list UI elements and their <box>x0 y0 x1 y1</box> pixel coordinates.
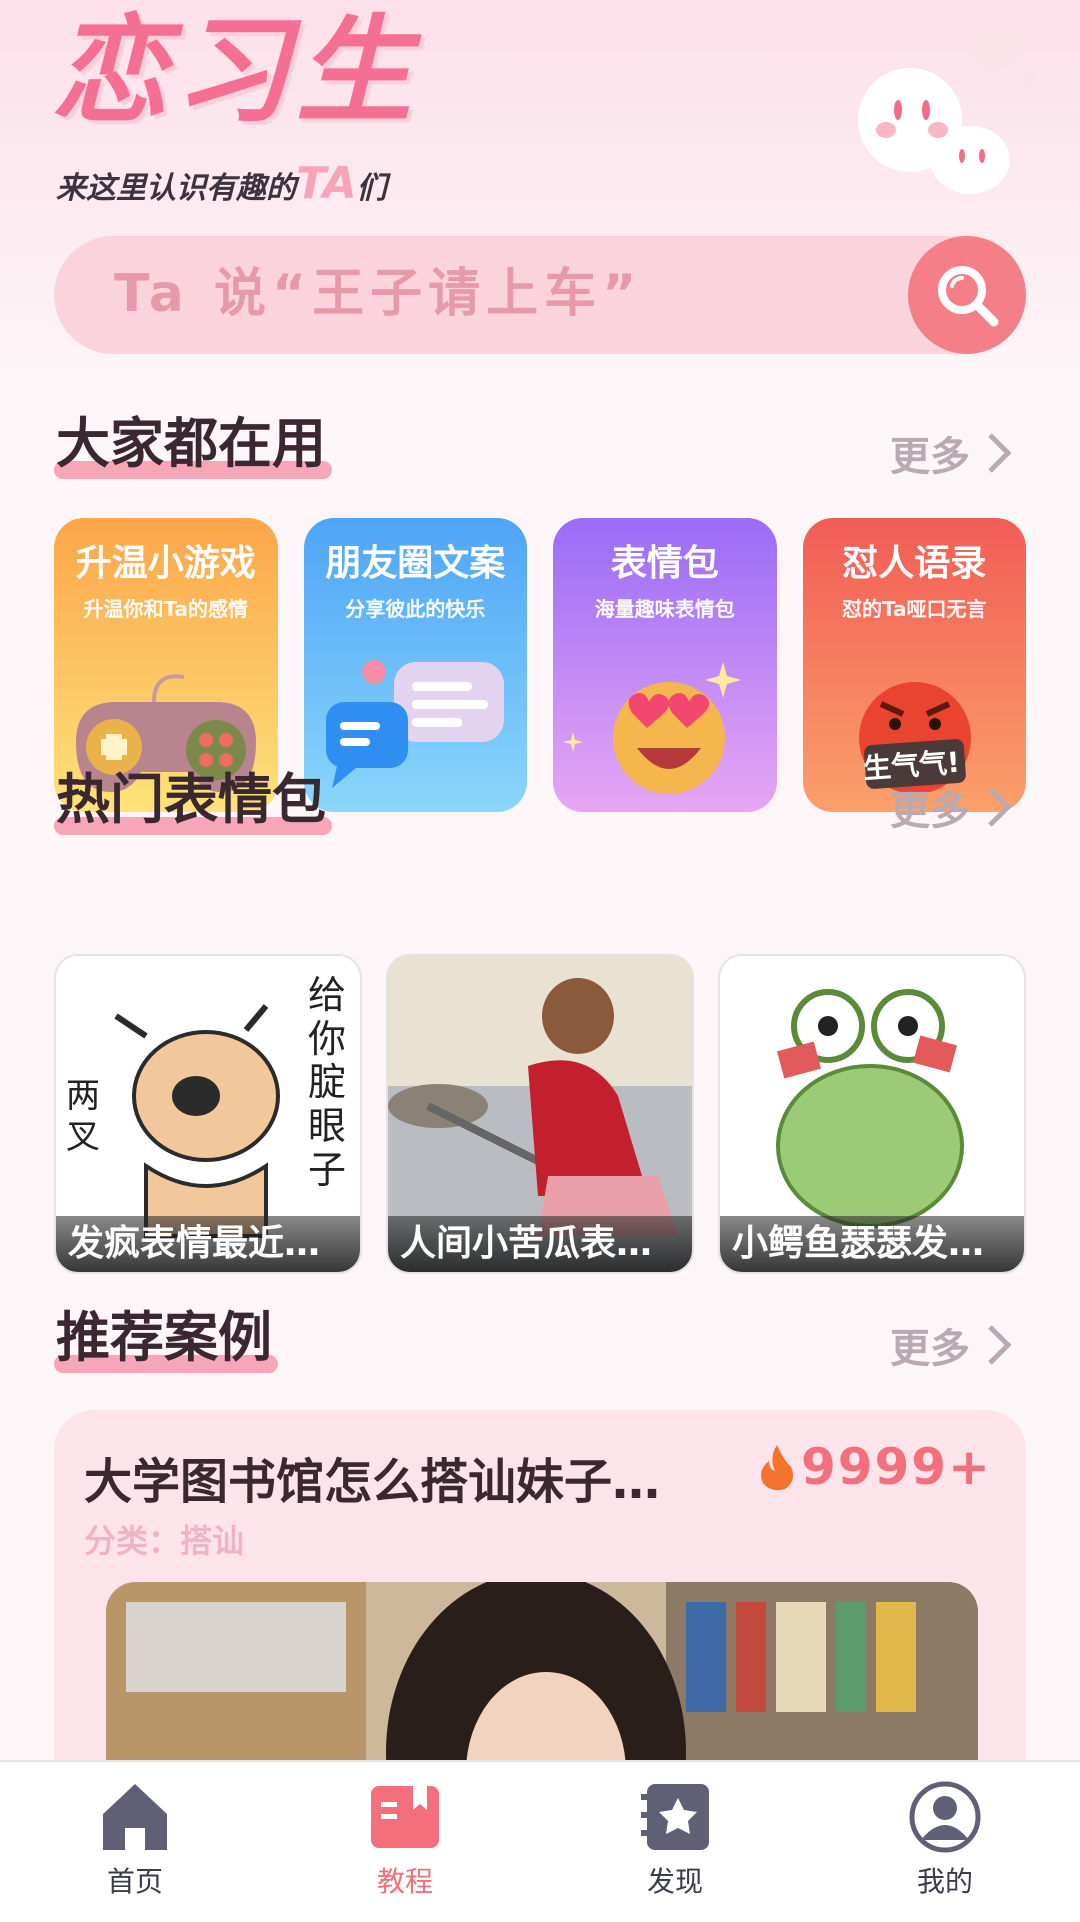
slogan: 来这里认识有趣的TA们 <box>56 158 387 211</box>
sticker-caption: 小鳄鱼瑟瑟发… <box>720 1216 1024 1272</box>
section-title-popular: 大家都在用 <box>54 412 332 479</box>
ghost-mascot-icon <box>858 29 1036 194</box>
slogan-prefix: 来这里认识有趣的 <box>56 171 296 206</box>
app-logo: 恋习生 <box>52 4 418 139</box>
more-link-cases[interactable]: 更多 <box>890 1316 1014 1374</box>
card-stickers[interactable]: 表情包 海量趣味表情包 <box>553 518 777 812</box>
search-button[interactable] <box>908 236 1026 354</box>
chat-bubbles-icon <box>325 660 504 788</box>
card-title: 朋友圈文案 <box>325 543 506 584</box>
heart-eyes-emoji-icon <box>563 662 741 794</box>
tab-label: 首页 <box>106 1865 163 1898</box>
card-subtitle: 升温你和Ta的感情 <box>83 597 249 622</box>
card-moments-copy[interactable]: 朋友圈文案 分享彼此的快乐 <box>303 518 527 812</box>
tab-label: 发现 <box>646 1865 703 1898</box>
chevron-right-icon <box>988 433 1012 473</box>
search-bar[interactable]: Ta 说“王子请上车” <box>54 236 1026 354</box>
card-subtitle: 分享彼此的快乐 <box>345 597 486 622</box>
tab-home[interactable]: 首页 <box>0 1762 270 1922</box>
tab-label: 教程 <box>376 1865 433 1898</box>
card-title: 怼人语录 <box>842 543 987 584</box>
hot-count: 9999+ <box>759 1438 992 1496</box>
section-title-stickers: 热门表情包 <box>54 768 332 835</box>
card-subtitle: 怼的Ta哑口无言 <box>841 597 987 622</box>
card-subtitle: 海量趣味表情包 <box>594 597 735 622</box>
tab-discover[interactable]: 发现 <box>540 1762 810 1922</box>
section-title-text: 推荐案例 <box>56 1306 272 1369</box>
user-avatar-icon <box>909 1781 981 1853</box>
more-label: 更多 <box>890 788 970 834</box>
case-category: 分类：搭讪 <box>84 1522 245 1560</box>
card-title: 表情包 <box>610 543 719 584</box>
section-title-text: 大家都在用 <box>56 412 326 475</box>
fire-icon <box>760 1445 793 1491</box>
sticker-item[interactable]: 小鳄鱼瑟瑟发… <box>718 954 1026 1274</box>
chevron-right-icon <box>988 1325 1012 1365</box>
section-title-text: 热门表情包 <box>56 768 326 831</box>
search-icon <box>938 266 999 327</box>
tab-label: 我的 <box>916 1865 973 1898</box>
more-label: 更多 <box>890 434 970 480</box>
slogan-ta: TA <box>296 158 357 209</box>
tab-profile[interactable]: 我的 <box>810 1762 1080 1922</box>
book-icon <box>371 1786 439 1848</box>
sticker-caption: 人间小苦瓜表… <box>388 1216 692 1272</box>
tab-tutorial[interactable]: 教程 <box>270 1762 540 1922</box>
section-title-cases: 推荐案例 <box>54 1306 278 1373</box>
card-title: 升温小游戏 <box>75 543 256 584</box>
case-title: 大学图书馆怎么搭讪妹子… <box>84 1454 661 1510</box>
hot-count-value: 9999+ <box>800 1438 992 1496</box>
home-icon <box>103 1784 167 1850</box>
more-link-popular[interactable]: 更多 <box>890 424 1014 482</box>
more-label: 更多 <box>890 1326 970 1372</box>
sticker-item[interactable]: 人间小苦瓜表… <box>386 954 694 1274</box>
sticker-art-text-left: 两叉 <box>66 1076 100 1157</box>
sticker-caption: 发疯表情最近… <box>56 1216 360 1272</box>
slogan-suffix: 们 <box>356 171 387 206</box>
card-comebacks[interactable]: 怼人语录 怼的Ta哑口无言 生气气! <box>802 518 1026 812</box>
sticker-art-text-right: 给你腚眼子 <box>308 973 347 1192</box>
search-placeholder: Ta 说“王子请上车” <box>114 264 643 324</box>
chevron-right-icon <box>988 787 1012 827</box>
sticker-list: 两叉 给你腚眼子 发疯表情最近… 人间小苦瓜表… 小鳄鱼瑟瑟发… <box>54 954 1026 1276</box>
more-link-stickers[interactable]: 更多 <box>890 778 1014 836</box>
sticker-item[interactable]: 两叉 给你腚眼子 发疯表情最近… <box>54 954 362 1274</box>
bottom-tab-bar: 首页 教程 发现 我的 <box>0 1760 1080 1922</box>
star-book-icon <box>641 1784 709 1850</box>
case-card[interactable]: 大学图书馆怎么搭讪妹子… 9999+ 分类：搭讪 <box>54 1410 1026 1810</box>
